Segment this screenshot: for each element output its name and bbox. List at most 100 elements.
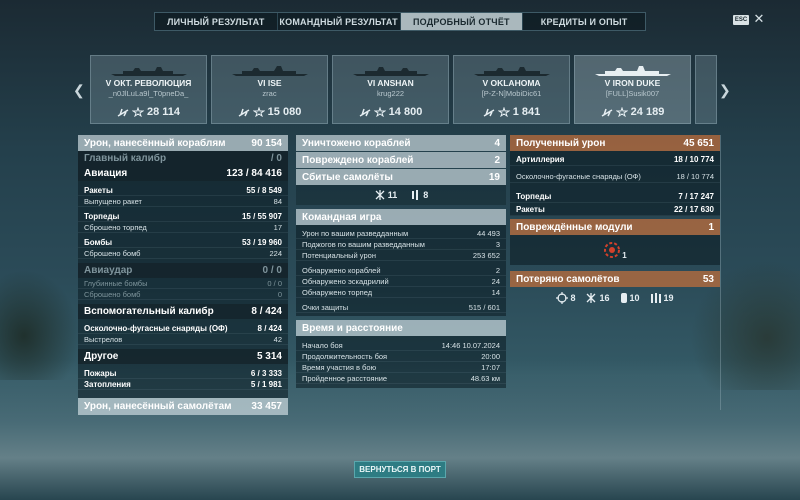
tab-personal-result[interactable]: ЛИЧНЫЙ РЕЗУЛЬТАТ (155, 13, 278, 30)
received-damage-header: Полученный урон 45 651 (510, 135, 720, 151)
spotting-damage-row: Урон по вашим разведданным 44 493 (296, 228, 506, 239)
esc-key-hint: ESC (733, 15, 749, 25)
frag-icon (483, 108, 495, 117)
fires-row: Пожары 6 / 3 333 (78, 368, 288, 379)
torps-spotted-row: Обнаружено торпед 14 (296, 287, 506, 298)
artillery-row: Артиллерия 18 / 10 774 (510, 153, 720, 166)
right-panel: Полученный урон 45 651 Артиллерия 18 / 1… (510, 135, 720, 309)
torpedoes-dropped-row: Сброшено торпед 17 (78, 222, 288, 233)
ship-name: V OKLAHOMA (482, 78, 541, 88)
damaged-modules-header: Повреждённые модули 1 (510, 219, 720, 235)
aviation-row: Авиация 123 / 84 416 (78, 166, 288, 181)
damage-icon (497, 107, 510, 117)
rocket-icon (650, 293, 661, 303)
tab-team-result[interactable]: КОМАНДНЫЙ РЕЗУЛЬТАТ (278, 13, 401, 30)
player-name: _n0JlLuLa9l_T0pneDa_ (108, 89, 189, 98)
ship-card[interactable]: V ОКТ. РЕВОЛЮЦИЯ _n0JlLuLa9l_T0pneDa_ 28… (90, 55, 207, 124)
crosshair-icon (556, 292, 569, 304)
ship-silhouette-icon (232, 66, 308, 76)
module-count: 1 (622, 250, 627, 260)
planes-lost-header: Потеряно самолётов 53 (510, 271, 720, 287)
player-name: [FULL]Susik007 (605, 89, 660, 98)
rockets-row: Ракеты 55 / 8 549 (78, 185, 288, 196)
tab-bar: ЛИЧНЫЙ РЕЗУЛЬТАТ КОМАНДНЫЙ РЕЗУЛЬТАТ ПОД… (154, 12, 646, 31)
player-name: [P-Z-N]MobiDic61 (481, 89, 542, 98)
frag-icon (117, 108, 129, 117)
rockets-fired-row: Выпущено ракет 84 (78, 196, 288, 207)
ship-card-partial[interactable] (695, 55, 717, 124)
ship-stats: 24 189 (575, 106, 690, 118)
potential-damage-row: Потенциальный урон 253 652 (296, 250, 506, 261)
ship-stats: 1 841 (454, 106, 569, 118)
depth-bombs-row: Глубинные бомбы 0 / 0 (78, 278, 288, 289)
damage-planes-header: Урон, нанесённый самолётам 33 457 (78, 398, 288, 415)
right-border-line (720, 135, 721, 410)
ship-card-player[interactable]: V IRON DUKE [FULL]Susik007 24 189 (574, 55, 691, 124)
ship-card[interactable]: VI ANSHAN krug222 14 800 (332, 55, 449, 124)
other-row: Другое 5 314 (78, 349, 288, 364)
planes-shot-breakdown: 11 8 (296, 185, 506, 205)
bombs-row: Бомбы 53 / 19 960 (78, 237, 288, 248)
secondary-row: Вспомогательный калибр 8 / 424 (78, 304, 288, 319)
teamplay-header: Командная игра (296, 209, 506, 225)
ship-stats: 15 080 (212, 106, 327, 118)
tab-credits-xp[interactable]: КРЕДИТЫ И ОПЫТ (523, 13, 645, 30)
ship-card[interactable]: VI ISE zrac 15 080 (211, 55, 328, 124)
ship-stats: 14 800 (333, 106, 448, 118)
ship-name: V ОКТ. РЕВОЛЮЦИЯ (105, 78, 192, 88)
bomb-icon (620, 293, 627, 303)
tab-detailed-report[interactable]: ПОДРОБНЫЙ ОТЧЁТ (400, 13, 524, 30)
depth-dropped-row: Сброшено бомб 0 (78, 289, 288, 300)
damage-icon (615, 107, 628, 117)
frag-icon (238, 108, 250, 117)
ship-stats: 28 114 (91, 106, 206, 118)
left-panel: Урон, нанесённый кораблям 90 154 Главный… (78, 135, 288, 415)
return-to-port-button[interactable]: ВЕРНУТЬСЯ В ПОРТ (354, 461, 446, 478)
damage-ships-header: Урон, нанесённый кораблям 90 154 (78, 135, 288, 151)
ships-spotted-row: Обнаружено кораблей 2 (296, 265, 506, 276)
ship-silhouette-icon (111, 67, 187, 76)
bombs-dropped-row: Сброшено бомб 224 (78, 248, 288, 259)
planes-shot-row: Сбитые самолёты 19 (296, 169, 506, 185)
fighter-icon (587, 293, 596, 303)
planes-lost-breakdown: 8 16 10 19 (510, 287, 720, 309)
he-shells-row: Осколочно-фугасные снаряды (ОФ) 8 / 424 (78, 323, 288, 334)
torpedoes-received-row: Торпеды 7 / 17 247 (510, 190, 720, 203)
rockets-received-row: Ракеты 22 / 17 630 (510, 203, 720, 216)
ship-card[interactable]: V OKLAHOMA [P-Z-N]MobiDic61 1 841 (453, 55, 570, 124)
ship-silhouette-icon (353, 67, 429, 76)
battle-duration-row: Продолжительность боя 20:00 (296, 351, 506, 362)
frag-icon (359, 108, 371, 117)
damaged-row: Повреждено кораблей 2 (296, 152, 506, 168)
shots-row: Выстрелов 42 (78, 334, 288, 345)
damage-value: 15 080 (267, 106, 302, 118)
module-damaged-icon (604, 242, 621, 258)
ship-silhouette-icon (474, 67, 550, 76)
carousel-next-icon[interactable]: ❯ (719, 82, 731, 99)
defense-points-row: Очки защиты 515 / 601 (296, 302, 506, 313)
ship-name: VI ANSHAN (367, 78, 414, 88)
destroyed-row: Уничтожено кораблей 4 (296, 135, 506, 151)
battle-start-row: Начало боя 14:46 10.07.2024 (296, 340, 506, 351)
frag-icon (601, 108, 613, 117)
ship-name: V IRON DUKE (604, 78, 661, 88)
floods-row: Затопления 5 / 1 981 (78, 379, 288, 390)
damage-value: 24 189 (630, 106, 665, 118)
fighter-icon (375, 190, 385, 200)
distance-row: Пройденное расстояние 48.63 км (296, 373, 506, 384)
damage-icon (252, 107, 265, 117)
ship-name: VI ISE (257, 78, 282, 88)
close-icon[interactable]: ✕ (752, 12, 766, 26)
middle-panel: Уничтожено кораблей 4 Повреждено корабле… (296, 135, 506, 388)
player-name: krug222 (376, 89, 405, 98)
background-rock-left (0, 270, 80, 380)
damage-value: 28 114 (146, 106, 181, 118)
airstrike-row: Авиаудар 0 / 0 (78, 263, 288, 278)
participation-row: Время участия в бою 17:07 (296, 362, 506, 373)
ship-silhouette-icon (595, 66, 671, 76)
he-received-row: Осколочно-фугасные снаряды (ОФ) 18 / 10 … (510, 170, 720, 183)
damage-icon (131, 107, 144, 117)
carousel-prev-icon[interactable]: ❮ (73, 82, 85, 99)
damage-value: 1 841 (512, 106, 541, 118)
damage-icon (373, 107, 386, 117)
